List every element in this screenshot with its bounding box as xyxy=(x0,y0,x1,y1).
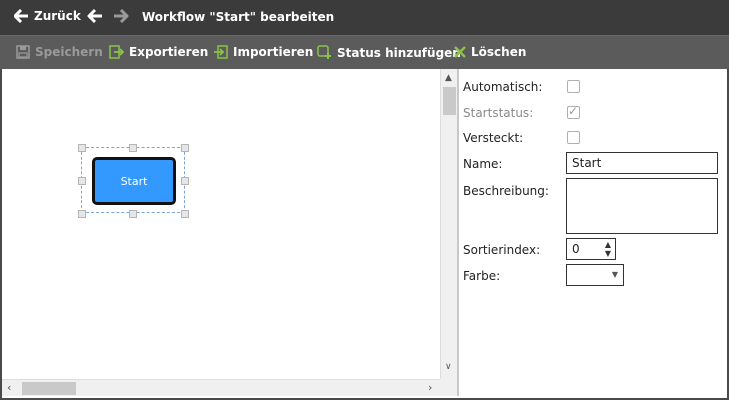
history-forward-button[interactable] xyxy=(113,8,129,27)
history-back-button[interactable] xyxy=(87,8,103,27)
add-status-label: Status hinzufügen xyxy=(337,45,461,60)
save-button[interactable]: Speichern xyxy=(16,45,103,59)
scroll-right-icon[interactable]: › xyxy=(428,381,432,394)
resize-handle-nw[interactable] xyxy=(78,144,86,152)
resize-handle-w[interactable] xyxy=(78,177,86,185)
horizontal-scroll-thumb[interactable] xyxy=(22,382,76,395)
chevron-down-icon: ▼ xyxy=(611,270,618,279)
add-status-icon xyxy=(317,45,331,59)
automatic-label: Automatisch: xyxy=(463,80,543,94)
scrollbar-corner xyxy=(440,379,457,396)
properties-panel: Automatisch: Startstatus: Versteckt: Nam… xyxy=(459,69,727,396)
hidden-label: Versteckt: xyxy=(463,131,524,145)
scroll-down-icon[interactable]: ∨ xyxy=(445,362,452,372)
page-title: Workflow "Start" bearbeiten xyxy=(142,10,335,24)
spinner-arrows-icon[interactable]: ▲ ▼ xyxy=(605,240,611,258)
import-button[interactable]: Importieren xyxy=(213,45,313,59)
title-bar: Zurück Workflow "Start" bearbeiten xyxy=(0,0,729,35)
resize-handle-ne[interactable] xyxy=(181,144,189,152)
arrow-left-icon xyxy=(14,9,28,23)
description-label: Beschreibung: xyxy=(463,184,549,198)
delete-button[interactable]: Löschen xyxy=(454,45,526,59)
workflow-node-start[interactable]: Start xyxy=(92,157,176,205)
color-select[interactable]: ▼ xyxy=(566,264,624,286)
node-label: Start xyxy=(120,174,148,188)
resize-handle-n[interactable] xyxy=(129,144,137,152)
save-label: Speichern xyxy=(35,45,103,59)
resize-handle-s[interactable] xyxy=(129,210,137,218)
resize-handle-se[interactable] xyxy=(181,210,189,218)
hidden-checkbox[interactable] xyxy=(567,131,580,144)
resize-handle-sw[interactable] xyxy=(78,210,86,218)
arrow-right-icon xyxy=(114,8,129,24)
import-label: Importieren xyxy=(233,45,314,59)
export-icon xyxy=(109,45,124,59)
workflow-canvas[interactable] xyxy=(2,69,440,379)
name-label: Name: xyxy=(463,157,503,171)
add-status-button[interactable]: Status hinzufügen xyxy=(317,45,461,60)
toolbar: Speichern Exportieren Importieren Status… xyxy=(0,35,729,69)
sort-index-stepper[interactable]: 0 ▲ ▼ xyxy=(566,238,616,260)
scroll-up-icon[interactable]: ▲ xyxy=(445,73,452,83)
floppy-disk-icon xyxy=(16,45,30,59)
export-button[interactable]: Exportieren xyxy=(109,45,208,59)
automatic-checkbox[interactable] xyxy=(567,80,580,93)
start-status-checkbox[interactable] xyxy=(567,104,580,119)
color-label: Farbe: xyxy=(463,269,501,283)
delete-label: Löschen xyxy=(471,45,527,59)
sort-index-label: Sortierindex: xyxy=(463,243,541,257)
export-label: Exportieren xyxy=(129,45,209,59)
back-label: Zurück xyxy=(34,9,81,23)
close-icon xyxy=(454,46,466,58)
back-button[interactable]: Zurück xyxy=(14,9,81,23)
description-field[interactable] xyxy=(566,178,718,234)
horizontal-scrollbar[interactable]: ‹ › xyxy=(2,379,440,396)
start-status-label: Startstatus: xyxy=(463,106,534,120)
arrow-left-icon xyxy=(87,8,102,24)
name-field[interactable]: Start xyxy=(566,152,718,174)
scroll-left-icon[interactable]: ‹ xyxy=(7,381,11,394)
resize-handle-e[interactable] xyxy=(181,177,189,185)
vertical-scrollbar[interactable]: ▲ ∨ xyxy=(440,69,457,379)
import-icon xyxy=(214,45,228,59)
sort-index-value: 0 xyxy=(572,242,580,256)
vertical-scroll-thumb[interactable] xyxy=(443,87,456,115)
